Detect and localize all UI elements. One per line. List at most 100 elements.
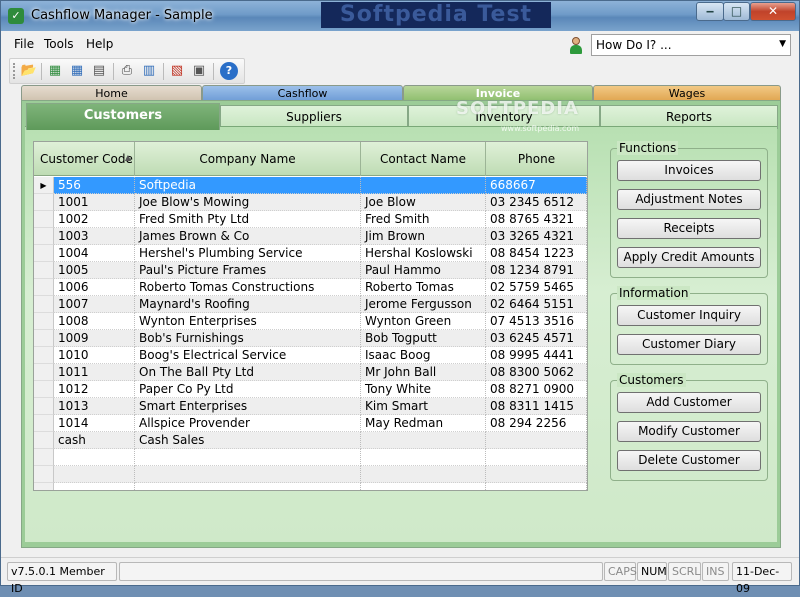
cell-company[interactable]: Paper Co Py Ltd <box>135 381 361 398</box>
cell-phone[interactable]: 03 3265 4321 <box>486 228 587 245</box>
row-selector[interactable] <box>34 211 54 228</box>
cell-code[interactable]: 1007 <box>54 296 135 313</box>
report-icon[interactable]: ▤ <box>90 62 108 80</box>
modify-customer-button[interactable]: Modify Customer <box>617 421 761 442</box>
table-row[interactable]: 1014 Allspice Provender May Redman 08 294 2… <box>34 415 587 432</box>
cell-contact[interactable]: Roberto Tomas <box>361 279 486 296</box>
tab-wages[interactable]: Wages <box>593 85 781 101</box>
cell-contact[interactable] <box>361 432 486 449</box>
tab-home[interactable]: Home <box>21 85 202 101</box>
cell-contact[interactable]: Hershal Koslowski <box>361 245 486 262</box>
cell-phone[interactable]: 08 9995 4441 <box>486 347 587 364</box>
cell-contact[interactable]: Jerome Fergusson <box>361 296 486 313</box>
cell-contact[interactable]: Mr John Ball <box>361 364 486 381</box>
title-bar[interactable]: ✓ Cashflow Manager - Sample Softpedia Te… <box>1 1 799 31</box>
cell-phone[interactable]: 03 2345 6512 <box>486 194 587 211</box>
cell-company[interactable]: Cash Sales <box>135 432 361 449</box>
table-row[interactable] <box>34 466 587 483</box>
table-row[interactable]: 1004 Hershel's Plumbing Service Hershal Ko… <box>34 245 587 262</box>
cell-code[interactable]: 1005 <box>54 262 135 279</box>
table-row[interactable]: 1012 Paper Co Py Ltd Tony White 08 8271 090… <box>34 381 587 398</box>
cell-contact[interactable]: Kim Smart <box>361 398 486 415</box>
cell-code[interactable]: 1003 <box>54 228 135 245</box>
cell-company[interactable]: Paul's Picture Frames <box>135 262 361 279</box>
row-selector[interactable] <box>34 347 54 364</box>
cell-code[interactable] <box>54 483 135 490</box>
cell-phone[interactable]: 02 5759 5465 <box>486 279 587 296</box>
cell-phone[interactable]: 02 6464 5151 <box>486 296 587 313</box>
row-selector[interactable] <box>34 262 54 279</box>
print-icon[interactable]: ⎙ <box>118 62 136 80</box>
cell-code[interactable]: 1013 <box>54 398 135 415</box>
menu-file[interactable]: File <box>14 37 34 51</box>
chevron-down-icon[interactable]: ▼ <box>779 39 786 49</box>
cell-code[interactable]: 1011 <box>54 364 135 381</box>
cell-phone[interactable]: 08 8765 4321 <box>486 211 587 228</box>
cell-company[interactable] <box>135 483 361 490</box>
table-row[interactable]: 1007 Maynard's Roofing Jerome Fergusson 02 … <box>34 296 587 313</box>
help-icon[interactable]: ? <box>220 62 238 80</box>
row-selector[interactable] <box>34 381 54 398</box>
cell-company[interactable]: Wynton Enterprises <box>135 313 361 330</box>
cell-company[interactable]: Boog's Electrical Service <box>135 347 361 364</box>
cell-phone[interactable]: 08 294 2256 <box>486 415 587 432</box>
cell-code[interactable]: 1001 <box>54 194 135 211</box>
cell-company[interactable]: Hershel's Plumbing Service <box>135 245 361 262</box>
cell-code[interactable] <box>54 449 135 466</box>
table-row[interactable]: 1008 Wynton Enterprises Wynton Green 07 451… <box>34 313 587 330</box>
cell-contact[interactable]: Wynton Green <box>361 313 486 330</box>
row-selector[interactable] <box>34 449 54 466</box>
cell-company[interactable]: Fred Smith Pty Ltd <box>135 211 361 228</box>
cell-company[interactable]: Roberto Tomas Constructions <box>135 279 361 296</box>
cell-phone[interactable]: 08 8454 1223 <box>486 245 587 262</box>
cell-contact[interactable] <box>361 177 486 194</box>
table-row[interactable]: 1010 Boog's Electrical Service Isaac Boog 0… <box>34 347 587 364</box>
minimize-button[interactable]: ‒ <box>696 2 724 21</box>
cell-contact[interactable]: May Redman <box>361 415 486 432</box>
cell-phone[interactable]: 08 8271 0900 <box>486 381 587 398</box>
add-customer-button[interactable]: Add Customer <box>617 392 761 413</box>
close-button[interactable]: ✕ <box>750 2 796 21</box>
menu-help[interactable]: Help <box>86 37 113 51</box>
cell-contact[interactable]: Jim Brown <box>361 228 486 245</box>
backup-icon[interactable]: ▣ <box>190 62 208 80</box>
cell-contact[interactable]: Fred Smith <box>361 211 486 228</box>
column-header-code[interactable]: Customer Code ▲ <box>34 142 135 176</box>
cell-company[interactable]: Bob's Furnishings <box>135 330 361 347</box>
cell-contact[interactable] <box>361 466 486 483</box>
cell-code[interactable]: 1006 <box>54 279 135 296</box>
adjustment-notes-button[interactable]: Adjustment Notes <box>617 189 761 210</box>
cell-code[interactable]: 1010 <box>54 347 135 364</box>
cell-company[interactable]: Softpedia <box>135 177 361 194</box>
cell-code[interactable]: 1014 <box>54 415 135 432</box>
table-row[interactable] <box>34 449 587 466</box>
cell-company[interactable]: James Brown & Co <box>135 228 361 245</box>
how-do-i-dropdown[interactable]: How Do I? ... ▼ <box>591 34 791 56</box>
cell-code[interactable] <box>54 466 135 483</box>
invoices-button[interactable]: Invoices <box>617 160 761 181</box>
import-icon[interactable]: ▦ <box>68 62 86 80</box>
cell-contact[interactable]: Isaac Boog <box>361 347 486 364</box>
cell-contact[interactable]: Paul Hammo <box>361 262 486 279</box>
cell-company[interactable] <box>135 466 361 483</box>
cell-phone[interactable]: 03 6245 4571 <box>486 330 587 347</box>
cell-company[interactable]: Allspice Provender <box>135 415 361 432</box>
chart-icon[interactable]: ▧ <box>168 62 186 80</box>
subtab-customers[interactable]: Customers <box>26 103 220 130</box>
cell-code[interactable]: 1004 <box>54 245 135 262</box>
row-selector[interactable] <box>34 279 54 296</box>
cell-contact[interactable] <box>361 483 486 490</box>
table-row[interactable]: 1005 Paul's Picture Frames Paul Hammo 08 12… <box>34 262 587 279</box>
calculator-icon[interactable]: ▥ <box>140 62 158 80</box>
cell-contact[interactable] <box>361 449 486 466</box>
row-selector[interactable] <box>34 432 54 449</box>
customer-inquiry-button[interactable]: Customer Inquiry <box>617 305 761 326</box>
table-row[interactable]: cash Cash Sales <box>34 432 587 449</box>
maximize-button[interactable]: □ <box>723 2 750 21</box>
table-row[interactable]: 1009 Bob's Furnishings Bob Togputt 03 6245 … <box>34 330 587 347</box>
cell-phone[interactable] <box>486 432 587 449</box>
cell-code[interactable]: 1009 <box>54 330 135 347</box>
customer-grid[interactable]: Customer Code ▲ Company Name Contact Nam… <box>33 141 588 491</box>
row-selector[interactable] <box>34 398 54 415</box>
row-selector[interactable] <box>34 483 54 490</box>
